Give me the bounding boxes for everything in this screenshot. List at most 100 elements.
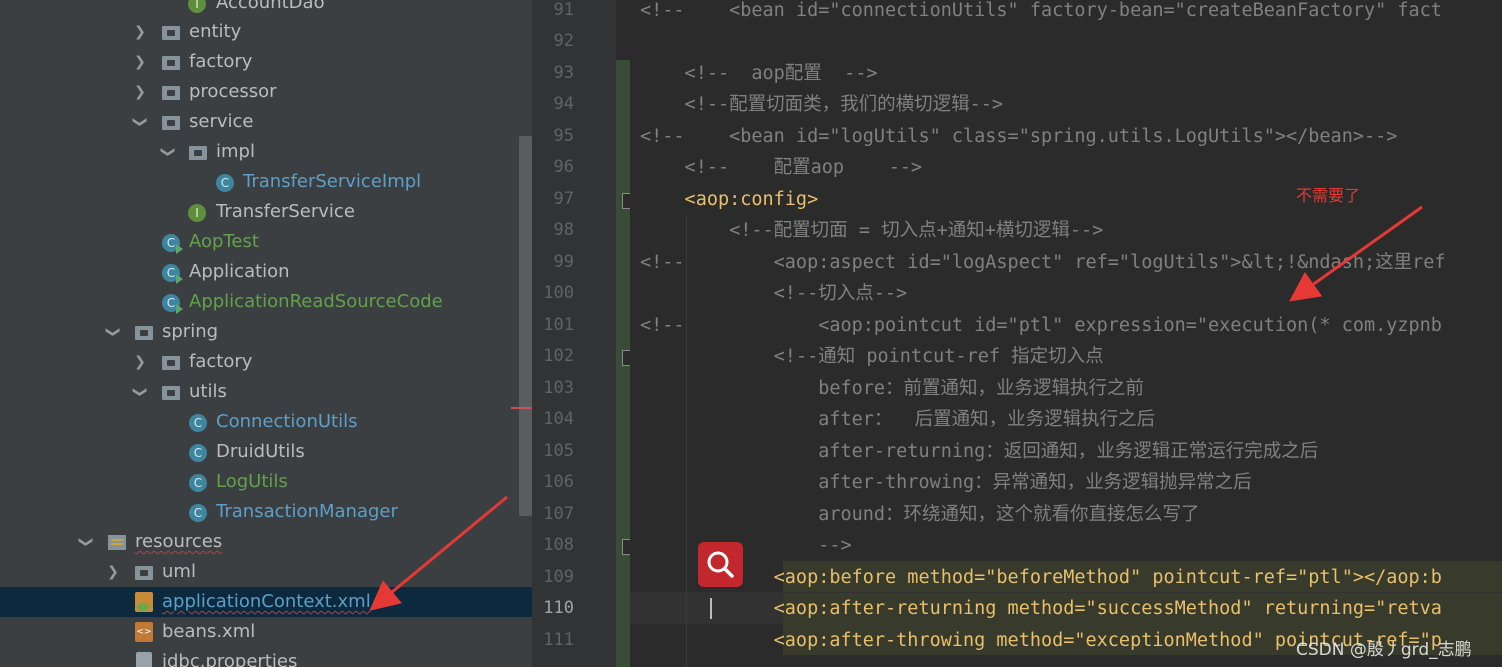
xml-file-icon: <> [135, 622, 153, 642]
code-line: <!-- aop配置 --> [640, 63, 878, 84]
line-number: 91 [553, 0, 574, 20]
package-folder-icon [189, 146, 207, 160]
tree-item-spring[interactable]: ❯ spring [105, 317, 445, 347]
code-line: --> [640, 535, 852, 556]
tree-scrollbar[interactable] [519, 136, 532, 516]
tree-item-utils[interactable]: ❯ utils [132, 377, 472, 407]
chevron-down-icon[interactable]: ❯ [98, 324, 128, 340]
line-number: 94 [553, 94, 574, 114]
tree-item-label: Application [189, 261, 290, 282]
chevron-down-icon[interactable]: ❯ [125, 384, 155, 400]
class-icon: C [189, 504, 207, 522]
tree-item-resources[interactable]: ❯ resources [78, 527, 418, 557]
watermark: CSDN @殷丿grd_志鹏 [1296, 640, 1472, 660]
package-folder-icon [162, 56, 180, 70]
tree-item-label: processor [189, 81, 277, 102]
tree-item-entity[interactable]: ❯ entity [132, 17, 472, 47]
code-line-aop-after-returning: <aop:after-returning method="successMeth… [640, 598, 1442, 619]
runnable-class-icon: C [162, 234, 183, 254]
tree-item-druidutils[interactable]: C DruidUtils [160, 437, 500, 467]
tree-item-spring-factory[interactable]: ❯ factory [132, 347, 472, 377]
package-folder-icon [162, 86, 180, 100]
code-lines: <!-- <bean id="connectionUtils" factory-… [630, 0, 1502, 667]
package-folder-icon [135, 326, 153, 340]
tree-item-jdbc-properties[interactable]: jdbc.properties [105, 647, 445, 667]
tree-item-uml[interactable]: ❯ uml [105, 557, 445, 587]
line-number: 99 [553, 252, 574, 272]
vcs-change-bar [616, 0, 630, 667]
tree-item-processor[interactable]: ❯ processor [132, 77, 472, 107]
tree-item-logutils[interactable]: C LogUtils [160, 467, 500, 497]
tree-item-beans-xml[interactable]: <> beans.xml [105, 617, 445, 647]
chevron-down-icon[interactable]: ❯ [71, 534, 101, 550]
tree-item-label: TransferServiceImpl [243, 171, 422, 192]
line-number: 93 [553, 63, 574, 83]
code-line: <!-- <aop:aspect id="logAspect" ref="log… [640, 252, 1446, 273]
tree-item-transferserviceimpl[interactable]: C TransferServiceImpl [188, 167, 508, 197]
line-number-current: 110 [543, 598, 574, 618]
line-number: 108 [543, 535, 574, 555]
line-number: 107 [543, 504, 574, 524]
chevron-down-icon[interactable]: ❯ [125, 114, 155, 130]
line-number: 92 [553, 31, 574, 51]
search-icon [707, 551, 734, 578]
tree-item-label: spring [162, 321, 219, 342]
tree-item-factory[interactable]: ❯ factory [132, 47, 472, 77]
tree-item-label: TransferService [216, 201, 355, 222]
runnable-class-icon: C [162, 294, 183, 314]
code-line: <!--切入点--> [640, 283, 908, 304]
tree-item-transferservice[interactable]: I TransferService [160, 197, 500, 227]
line-number: 98 [553, 220, 574, 240]
chevron-right-icon[interactable]: ❯ [132, 17, 148, 47]
line-number: 104 [543, 409, 574, 429]
code-line: after： 后置通知，业务逻辑执行之后 [640, 409, 1156, 430]
package-folder-icon [162, 116, 180, 130]
line-number: 111 [543, 630, 574, 650]
class-icon: C [189, 444, 207, 462]
tree-item-aoptest[interactable]: C AopTest [132, 227, 472, 257]
tree-item-accountdao[interactable]: I AccountDao [160, 0, 500, 18]
tree-item-label: AopTest [189, 231, 259, 252]
line-number: 106 [543, 472, 574, 492]
line-number: 109 [543, 567, 574, 587]
tree-item-label: AccountDao [216, 0, 325, 13]
chevron-right-icon[interactable]: ❯ [105, 557, 121, 587]
text-cursor [710, 598, 712, 619]
line-number: 97 [553, 189, 574, 209]
line-number: 101 [543, 315, 574, 335]
code-line-aop-config: <aop:config> [640, 189, 819, 210]
tree-item-service[interactable]: ❯ service [132, 107, 472, 137]
line-number: 100 [543, 283, 574, 303]
tree-item-transactionmanager[interactable]: C TransactionManager [160, 497, 500, 527]
code-line: around：环绕通知，这个就看你直接怎么写了 [640, 504, 1200, 525]
tree-item-applicationreadsourcecode[interactable]: C ApplicationReadSourceCode [132, 287, 492, 317]
search-button[interactable] [698, 542, 743, 587]
code-line-aop-before: <aop:before method="beforeMethod" pointc… [640, 567, 1442, 588]
chevron-right-icon[interactable]: ❯ [132, 47, 148, 77]
annotation-note: 不需要了 [1296, 186, 1361, 205]
properties-file-icon [136, 652, 152, 667]
chevron-right-icon[interactable]: ❯ [132, 77, 148, 107]
tree-item-applicationcontext-xml[interactable]: applicationContext.xml [105, 587, 445, 617]
tree-item-label: factory [189, 51, 253, 72]
tree-item-label: jdbc.properties [162, 651, 298, 667]
interface-icon: I [188, 204, 206, 222]
chevron-right-icon[interactable]: ❯ [132, 347, 148, 377]
code-line: <!--通知 pointcut-ref 指定切入点 [640, 346, 1104, 367]
package-folder-icon [162, 26, 180, 40]
package-folder-icon [162, 356, 180, 370]
code-line: <!-- <aop:pointcut id="ptl" expression="… [640, 315, 1442, 336]
spring-xml-file-icon [135, 592, 153, 612]
tree-item-label: ApplicationReadSourceCode [189, 291, 443, 312]
package-folder-icon [162, 386, 180, 400]
tree-item-connectionutils[interactable]: C ConnectionUtils [160, 407, 500, 437]
code-line: <!-- 配置aop --> [640, 157, 923, 178]
project-tree: I AccountDao ❯ entity ❯ factory ❯ proces… [0, 0, 532, 667]
tree-item-label: uml [162, 561, 196, 582]
tree-item-impl[interactable]: ❯ impl [160, 137, 500, 167]
chevron-down-icon[interactable]: ❯ [153, 144, 183, 160]
runnable-class-icon: C [162, 264, 183, 284]
tree-item-label: ConnectionUtils [216, 411, 358, 432]
tree-item-application[interactable]: C Application [132, 257, 472, 287]
line-number: 96 [553, 157, 574, 177]
